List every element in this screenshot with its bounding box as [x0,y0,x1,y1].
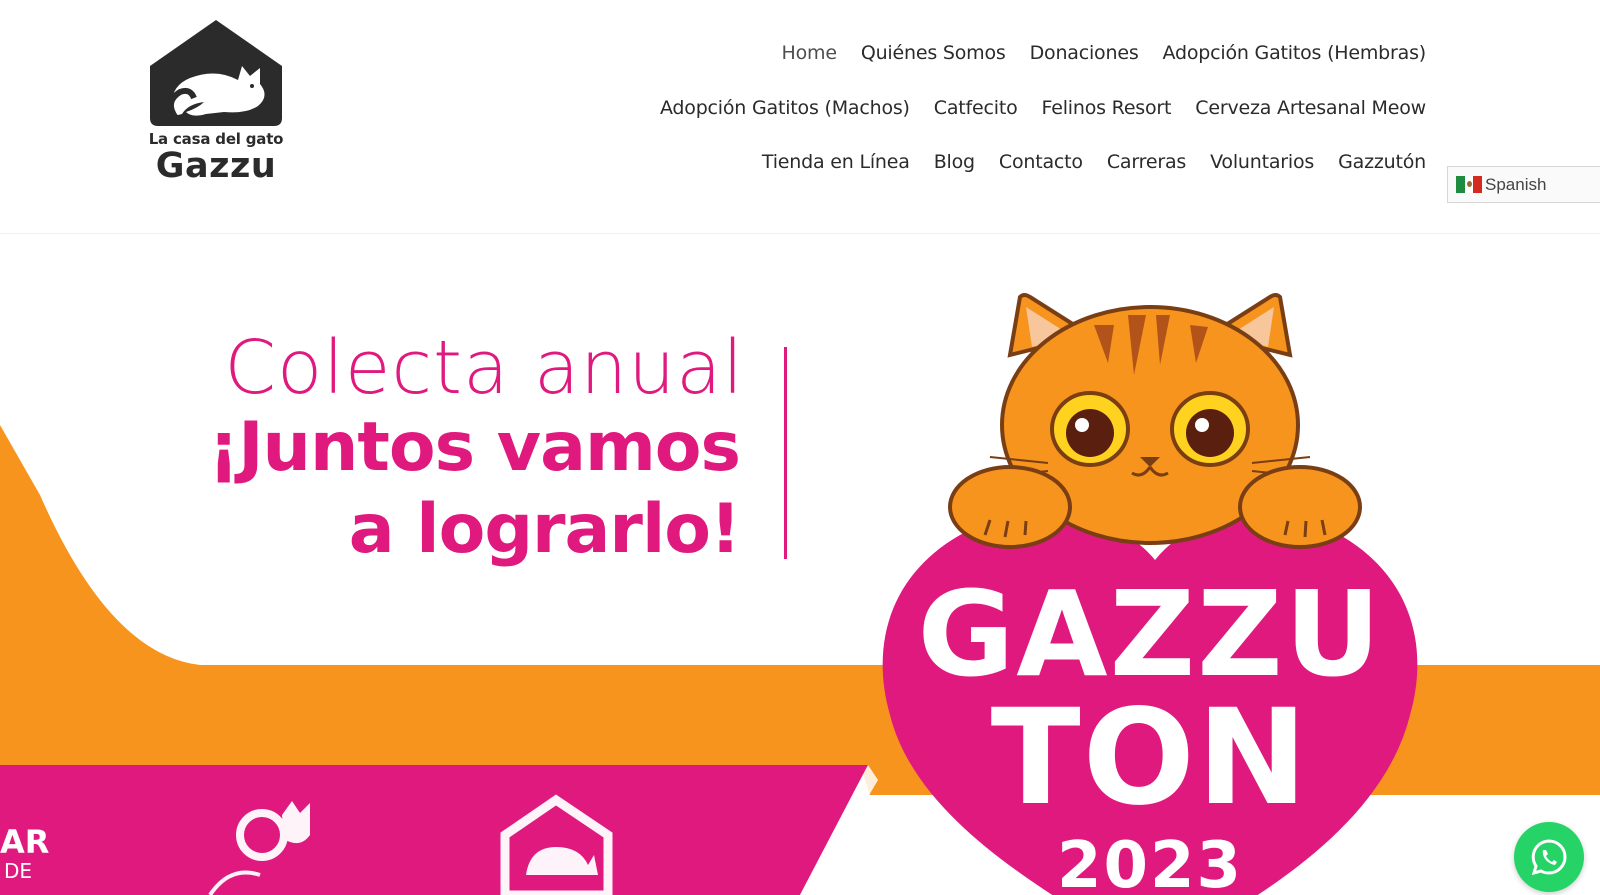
language-select[interactable]: Spanish [1447,166,1600,203]
nav-item-tienda[interactable]: Tienda en Línea [762,151,910,173]
nav-item-blog[interactable]: Blog [934,151,975,173]
nav-item-adopcion-hembras[interactable]: Adopción Gatitos (Hembras) [1163,42,1427,64]
nav-item-home[interactable]: Home [782,42,838,64]
nav-item-voluntarios[interactable]: Voluntarios [1210,151,1314,173]
nav-row-3: Tienda en Línea Blog Contacto Carreras V… [762,151,1426,173]
heart-text-ton: TON [990,681,1310,835]
nav-item-donaciones[interactable]: Donaciones [1030,42,1139,64]
hero-title-line2: ¡Juntos vamos [208,408,741,487]
mexico-flag-icon [1456,176,1483,193]
nav-item-quienes-somos[interactable]: Quiénes Somos [861,42,1006,64]
site-header: La casa del gato Gazzu Home Quiénes Somo… [0,0,1600,234]
nav-row-2: Adopción Gatitos (Machos) Catfecito Feli… [660,97,1426,119]
nav-row-1: Home Quiénes Somos Donaciones Adopción G… [782,42,1427,64]
nav-item-felinos-resort[interactable]: Felinos Resort [1042,97,1172,119]
bottom-left-fragment-1: AR [0,823,50,861]
whatsapp-icon [1531,839,1567,876]
nav-item-adopcion-machos[interactable]: Adopción Gatitos (Machos) [660,97,910,119]
nav-item-contacto[interactable]: Contacto [999,151,1083,173]
hero-divider [784,347,787,559]
hero-title-line1: Colecta anual [224,325,744,411]
logo-name: Gazzu [155,146,277,186]
whatsapp-button[interactable] [1514,822,1584,892]
site-logo[interactable]: La casa del gato Gazzu [146,18,286,188]
nav-item-catfecito[interactable]: Catfecito [934,97,1018,119]
hero-title-line3: a lograrlo! [348,490,741,569]
language-selected-label: Spanish [1485,174,1547,194]
nav-item-gazzuton[interactable]: Gazzutón [1338,151,1426,173]
heart-text-year: 2023 [1056,829,1244,895]
nav-item-cerveza-artesanal[interactable]: Cerveza Artesanal Meow [1195,97,1426,119]
nav-item-carreras[interactable]: Carreras [1107,151,1186,173]
hero-banner[interactable]: Colecta anual ¡Juntos vamos a lograrlo! … [0,235,1600,895]
bottom-left-fragment-2: DE [4,859,33,883]
house-cat-logo-icon [150,20,282,126]
